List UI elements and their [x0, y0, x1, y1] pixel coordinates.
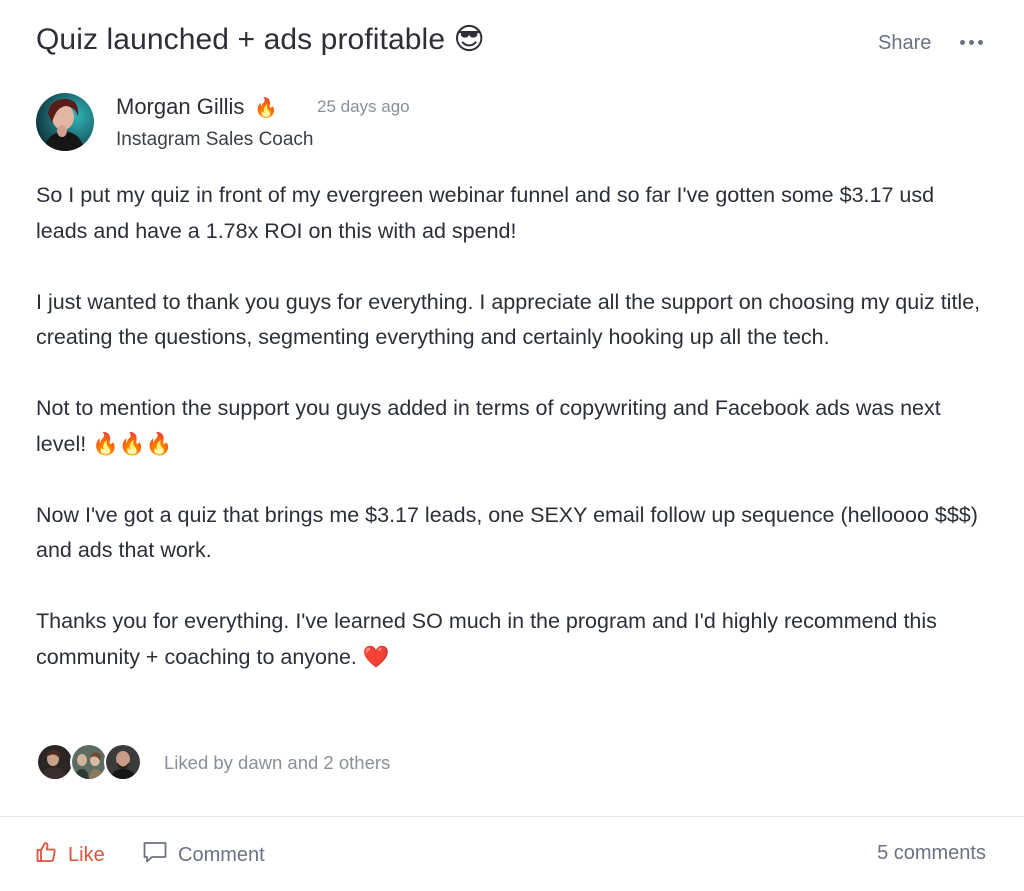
more-options-icon[interactable]	[960, 40, 983, 45]
liker-avatar[interactable]	[104, 743, 142, 781]
comment-bubble-icon	[142, 840, 168, 870]
comment-label: Comment	[178, 843, 265, 866]
post-paragraph: I just wanted to thank you guys for ever…	[36, 289, 981, 350]
author-name[interactable]: Morgan Gillis	[116, 94, 244, 119]
comment-button[interactable]: Comment	[142, 840, 265, 870]
post-paragraph: Thanks you for everything. I've learned …	[36, 609, 937, 669]
like-button[interactable]: Like	[34, 840, 105, 870]
post-timestamp[interactable]: 25 days ago	[317, 97, 410, 117]
share-button[interactable]: Share	[878, 32, 931, 55]
fire-badge-icon: 🔥	[254, 98, 279, 119]
post-paragraph: Now I've got a quiz that brings me $3.17…	[36, 502, 978, 563]
liker-avatar[interactable]	[36, 743, 74, 781]
comments-count-link[interactable]: 5 comments	[877, 842, 986, 865]
divider	[0, 816, 1024, 817]
post-card: Quiz launched + ads profitable 😎 Share M…	[0, 0, 1024, 891]
thumbs-up-icon	[34, 840, 58, 870]
author-avatar[interactable]	[36, 93, 94, 151]
liked-by-text[interactable]: Liked by dawn and 2 others	[164, 752, 390, 774]
post-title: Quiz launched + ads profitable 😎	[36, 23, 485, 56]
post-paragraph: So I put my quiz in front of my evergree…	[36, 183, 935, 243]
like-label: Like	[68, 843, 105, 866]
liker-avatar[interactable]	[70, 743, 108, 781]
author-name-row: Morgan Gillis 🔥	[116, 94, 278, 120]
post-paragraph: Not to mention the support you guys adde…	[36, 396, 941, 456]
liker-avatars[interactable]	[36, 743, 142, 781]
post-body: So I put my quiz in front of my evergree…	[36, 178, 986, 711]
author-role: Instagram Sales Coach	[116, 129, 314, 150]
